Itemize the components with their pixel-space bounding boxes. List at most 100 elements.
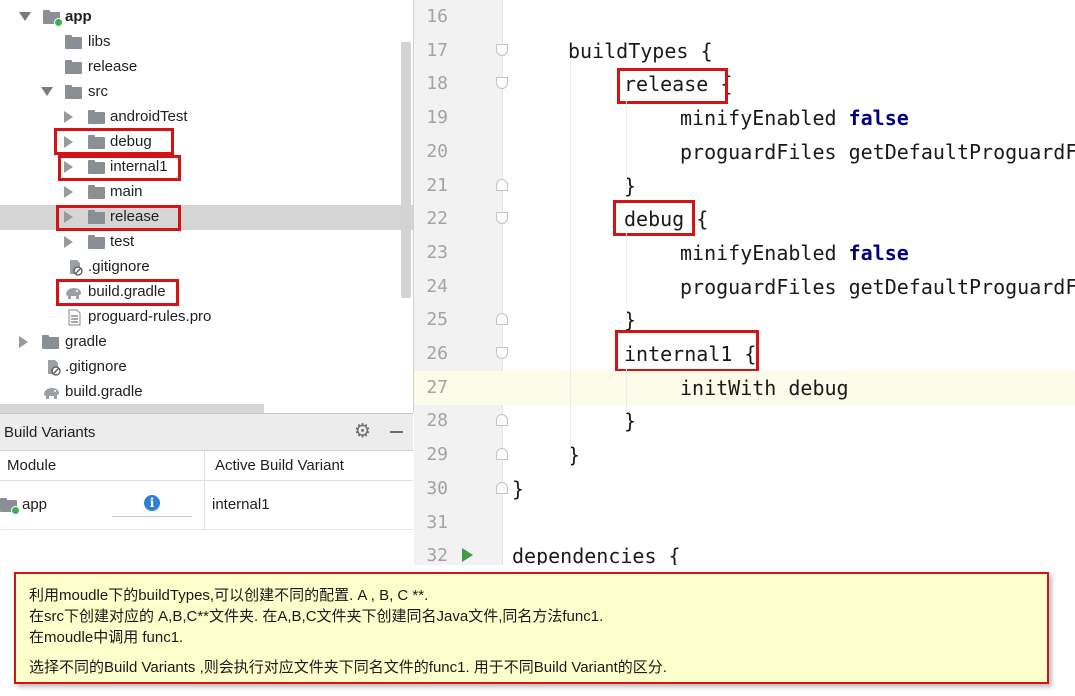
- line-number: 29: [426, 444, 448, 466]
- code-token: minifyEnabled: [680, 240, 849, 265]
- tree-item-main[interactable]: main: [0, 180, 413, 205]
- chevron-down-icon[interactable]: [19, 12, 31, 21]
- fold-marker-icon[interactable]: [496, 347, 508, 359]
- tree-item-release[interactable]: release: [0, 55, 413, 80]
- tree-item-label: gradle: [65, 333, 107, 350]
- folder-icon: [42, 335, 59, 349]
- line-number: 21: [426, 174, 448, 196]
- tree-item-gitignore[interactable]: .gitignore: [0, 255, 413, 280]
- code-line[interactable]: 23 minifyEnabled false: [414, 236, 1075, 270]
- project-tree[interactable]: app libs release src androidTest debug interna…: [0, 0, 414, 413]
- tree-item-androidtest[interactable]: androidTest: [0, 105, 413, 130]
- ignore-file-icon: [67, 259, 83, 276]
- code-line[interactable]: 21}: [414, 169, 1075, 203]
- code-line[interactable]: 24 proguardFiles getDefaultProguardFile(: [414, 270, 1075, 304]
- line-number: 27: [426, 376, 448, 398]
- indent-guide: [626, 95, 627, 190]
- code-text: proguardFiles getDefaultProguardFile(: [680, 275, 1075, 299]
- column-header-active-build-variant[interactable]: Active Build Variant: [215, 457, 344, 474]
- fold-marker-icon[interactable]: [496, 43, 508, 56]
- build-variant-row[interactable]: app i internal1: [0, 481, 413, 530]
- highlight-box: [617, 68, 728, 104]
- tree-item-label: main: [110, 183, 143, 200]
- code-line[interactable]: 22 debug {: [414, 202, 1075, 236]
- fold-marker-icon[interactable]: [496, 414, 508, 427]
- tree-item-gitignore[interactable]: .gitignore: [0, 355, 413, 380]
- text-file-icon: [66, 309, 82, 326]
- fold-marker-icon[interactable]: [496, 178, 508, 191]
- fold-marker-icon[interactable]: [496, 448, 508, 461]
- build-variants-column-headers: Module Active Build Variant: [0, 450, 413, 481]
- minimize-icon[interactable]: [390, 431, 403, 433]
- chevron-down-icon[interactable]: [41, 87, 53, 96]
- tree-item-label: proguard-rules.pro: [88, 308, 212, 325]
- tree-item-proguard-rules-pro[interactable]: proguard-rules.pro: [0, 305, 413, 330]
- chevron-right-icon[interactable]: [19, 336, 28, 348]
- line-number: 18: [426, 73, 448, 95]
- code-line[interactable]: 30}: [414, 472, 1075, 506]
- code-token: buildTypes {: [568, 38, 713, 63]
- folder-icon: [88, 235, 105, 249]
- note-line-4: 选择不同的Build Variants ,则会执行对应文件夹下同名文件的func…: [29, 659, 667, 676]
- fold-marker-icon[interactable]: [496, 77, 508, 90]
- code-editor[interactable]: 16 17 buildTypes {18 release {19 minifyEnabl…: [414, 0, 1075, 565]
- module-folder-icon: [43, 10, 63, 27]
- column-header-module[interactable]: Module: [7, 457, 56, 474]
- code-line[interactable]: 29}: [414, 438, 1075, 472]
- module-name: app: [22, 496, 48, 513]
- horizontal-scrollbar[interactable]: [0, 404, 264, 413]
- info-icon[interactable]: i: [144, 495, 160, 511]
- code-line[interactable]: 19 minifyEnabled false: [414, 101, 1075, 135]
- fold-marker-icon[interactable]: [496, 481, 508, 494]
- tree-item-label: build.gradle: [65, 383, 143, 400]
- folder-icon: [65, 85, 82, 99]
- active-build-variant-select[interactable]: internal1: [212, 496, 270, 513]
- line-number: 32: [426, 545, 448, 565]
- code-line[interactable]: 31: [414, 506, 1075, 540]
- folder-icon: [65, 35, 82, 49]
- gear-icon[interactable]: ⚙: [354, 422, 371, 441]
- line-number: 22: [426, 208, 448, 230]
- info-field-underline: [112, 516, 192, 517]
- folder-icon: [65, 60, 82, 74]
- code-text: }: [512, 477, 524, 501]
- tree-item-src[interactable]: src: [0, 80, 413, 105]
- tree-item-label: libs: [88, 33, 111, 50]
- tree-item-label: androidTest: [110, 108, 188, 125]
- code-token: dependencies {: [512, 544, 681, 565]
- gradle-elephant-icon: [42, 384, 59, 401]
- ignore-file-icon: [45, 359, 61, 376]
- chevron-right-icon[interactable]: [64, 236, 73, 248]
- tree-item-app[interactable]: app: [0, 5, 413, 30]
- indent-guide: [626, 230, 627, 320]
- indent-guide: [626, 368, 627, 413]
- highlight-box: [54, 128, 174, 155]
- line-number: 19: [426, 107, 448, 129]
- code-line[interactable]: 27 initWith debug: [414, 370, 1075, 405]
- annotation-note: 利用moudle下的buildTypes,可以创建不同的配置. A , B, C…: [14, 572, 1049, 684]
- code-line[interactable]: 32 dependencies {: [414, 539, 1075, 565]
- line-number: 20: [426, 140, 448, 162]
- fold-marker-icon[interactable]: [496, 313, 508, 326]
- tree-item-test[interactable]: test: [0, 230, 413, 255]
- vertical-scrollbar[interactable]: [401, 42, 411, 298]
- code-line[interactable]: 18 release {: [414, 67, 1075, 101]
- tree-item-build-gradle[interactable]: build.gradle: [0, 380, 413, 405]
- code-token: }: [512, 476, 525, 501]
- tree-item-gradle[interactable]: gradle: [0, 330, 413, 355]
- tree-item-label: test: [110, 233, 135, 250]
- chevron-right-icon[interactable]: [64, 186, 73, 198]
- code-line[interactable]: 20 proguardFiles getDefaultProguardFile(: [414, 135, 1075, 169]
- code-line[interactable]: 16: [414, 0, 1075, 34]
- chevron-right-icon[interactable]: [64, 111, 73, 123]
- tree-item-libs[interactable]: libs: [0, 30, 413, 55]
- code-line[interactable]: 17 buildTypes {: [414, 34, 1075, 68]
- folder-icon: [88, 110, 105, 124]
- run-gutter-icon[interactable]: [462, 548, 473, 563]
- build-variants-title: Build Variants: [4, 424, 96, 441]
- fold-marker-icon[interactable]: [496, 212, 508, 225]
- code-text: buildTypes {: [568, 39, 713, 63]
- build-variants-header: Build Variants ⚙: [0, 413, 413, 451]
- code-text: proguardFiles getDefaultProguardFile(: [680, 140, 1075, 164]
- code-line[interactable]: 28}: [414, 404, 1075, 438]
